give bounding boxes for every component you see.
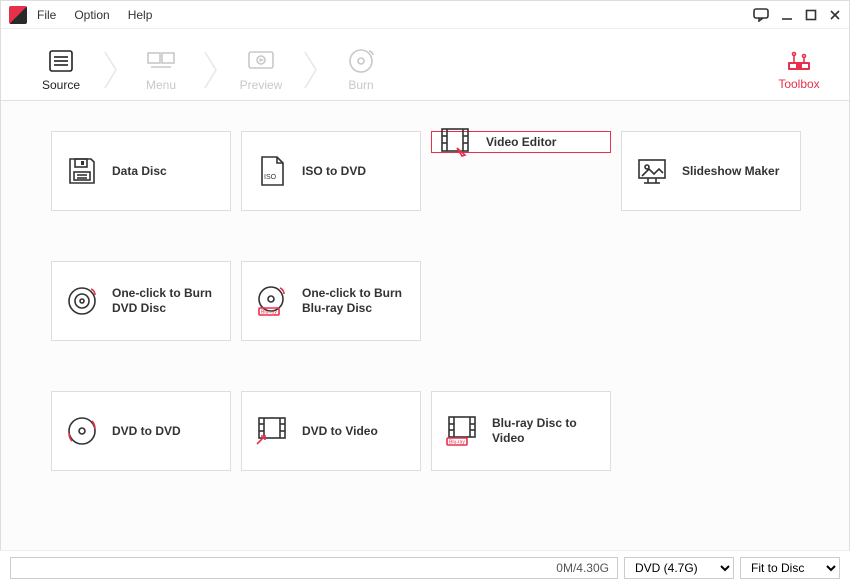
progress-box: 0M/4.30G [10,557,618,579]
card-label: Slideshow Maker [682,164,779,179]
step-preview-label: Preview [240,78,283,92]
card-label: Video Editor [486,135,556,150]
slideshow-icon [634,153,670,189]
source-icon [48,48,74,74]
card-bluray-to-video[interactable]: Blu-ray Blu-ray Disc to Video [431,391,611,471]
step-chevron [301,40,321,100]
card-label: One-click to Burn DVD Disc [112,286,218,316]
step-burn[interactable]: Burn [321,40,401,100]
card-label: One-click to Burn Blu-ray Disc [302,286,408,316]
bluray-burn-icon: Blu-ray [254,283,290,319]
menu-option[interactable]: Option [74,8,109,22]
toolbox-icon [786,50,812,75]
step-source-label: Source [42,78,80,92]
fit-select[interactable]: Fit to Disc [740,557,840,579]
card-slideshow-maker[interactable]: Slideshow Maker [621,131,801,211]
svg-text:Blu-ray: Blu-ray [449,440,465,446]
card-one-click-dvd[interactable]: One-click to Burn DVD Disc [51,261,231,341]
step-source[interactable]: Source [21,40,101,100]
card-label: ISO to DVD [302,164,366,179]
close-button[interactable] [829,9,841,21]
feedback-icon[interactable] [753,8,769,22]
maximize-button[interactable] [805,9,817,21]
card-label: DVD to Video [302,424,378,439]
card-dvd-to-dvd[interactable]: DVD to DVD [51,391,231,471]
menu-step-icon [147,48,175,74]
main-menu: File Option Help [37,8,152,22]
card-dvd-to-video[interactable]: DVD to Video [241,391,421,471]
window-controls [753,8,841,22]
svg-text:Blu-ray: Blu-ray [261,310,277,316]
app-logo [9,6,27,24]
card-data-disc[interactable]: Data Disc [51,131,231,211]
card-iso-to-dvd[interactable]: ISO ISO to DVD [241,131,421,211]
step-bar: Source Menu Preview Burn Toolbox [1,29,849,101]
card-video-editor[interactable]: Video Editor [431,131,611,153]
card-label: Blu-ray Disc to Video [492,416,598,446]
dvd-to-video-icon [254,413,290,449]
minimize-button[interactable] [781,9,793,21]
menu-file[interactable]: File [37,8,56,22]
video-editor-icon [438,124,474,160]
disc-copy-icon [64,413,100,449]
disc-burn-icon [64,283,100,319]
svg-text:ISO: ISO [264,174,277,181]
step-chevron [201,40,221,100]
disc-type-select[interactable]: DVD (4.7G) [624,557,734,579]
menu-help[interactable]: Help [128,8,153,22]
step-chevron [101,40,121,100]
card-one-click-bluray[interactable]: Blu-ray One-click to Burn Blu-ray Disc [241,261,421,341]
toolbox-button[interactable]: Toolbox [769,40,829,100]
step-menu-label: Menu [146,78,176,92]
card-label: DVD to DVD [112,424,181,439]
burn-icon [348,48,374,74]
iso-file-icon: ISO [254,153,290,189]
step-menu[interactable]: Menu [121,40,201,100]
progress-text: 0M/4.30G [556,561,609,575]
card-label: Data Disc [112,164,167,179]
bluray-to-video-icon: Blu-ray [444,413,480,449]
titlebar: File Option Help [1,1,849,29]
preview-icon [247,48,275,74]
tool-grid: Data Disc ISO ISO to DVD Video Editor Sl… [51,131,799,471]
step-preview[interactable]: Preview [221,40,301,100]
toolbox-panel: Data Disc ISO ISO to DVD Video Editor Sl… [1,101,849,551]
status-bar: 0M/4.30G DVD (4.7G) Fit to Disc [0,550,850,584]
floppy-icon [64,153,100,189]
step-burn-label: Burn [348,78,373,92]
toolbox-label: Toolbox [778,77,819,91]
